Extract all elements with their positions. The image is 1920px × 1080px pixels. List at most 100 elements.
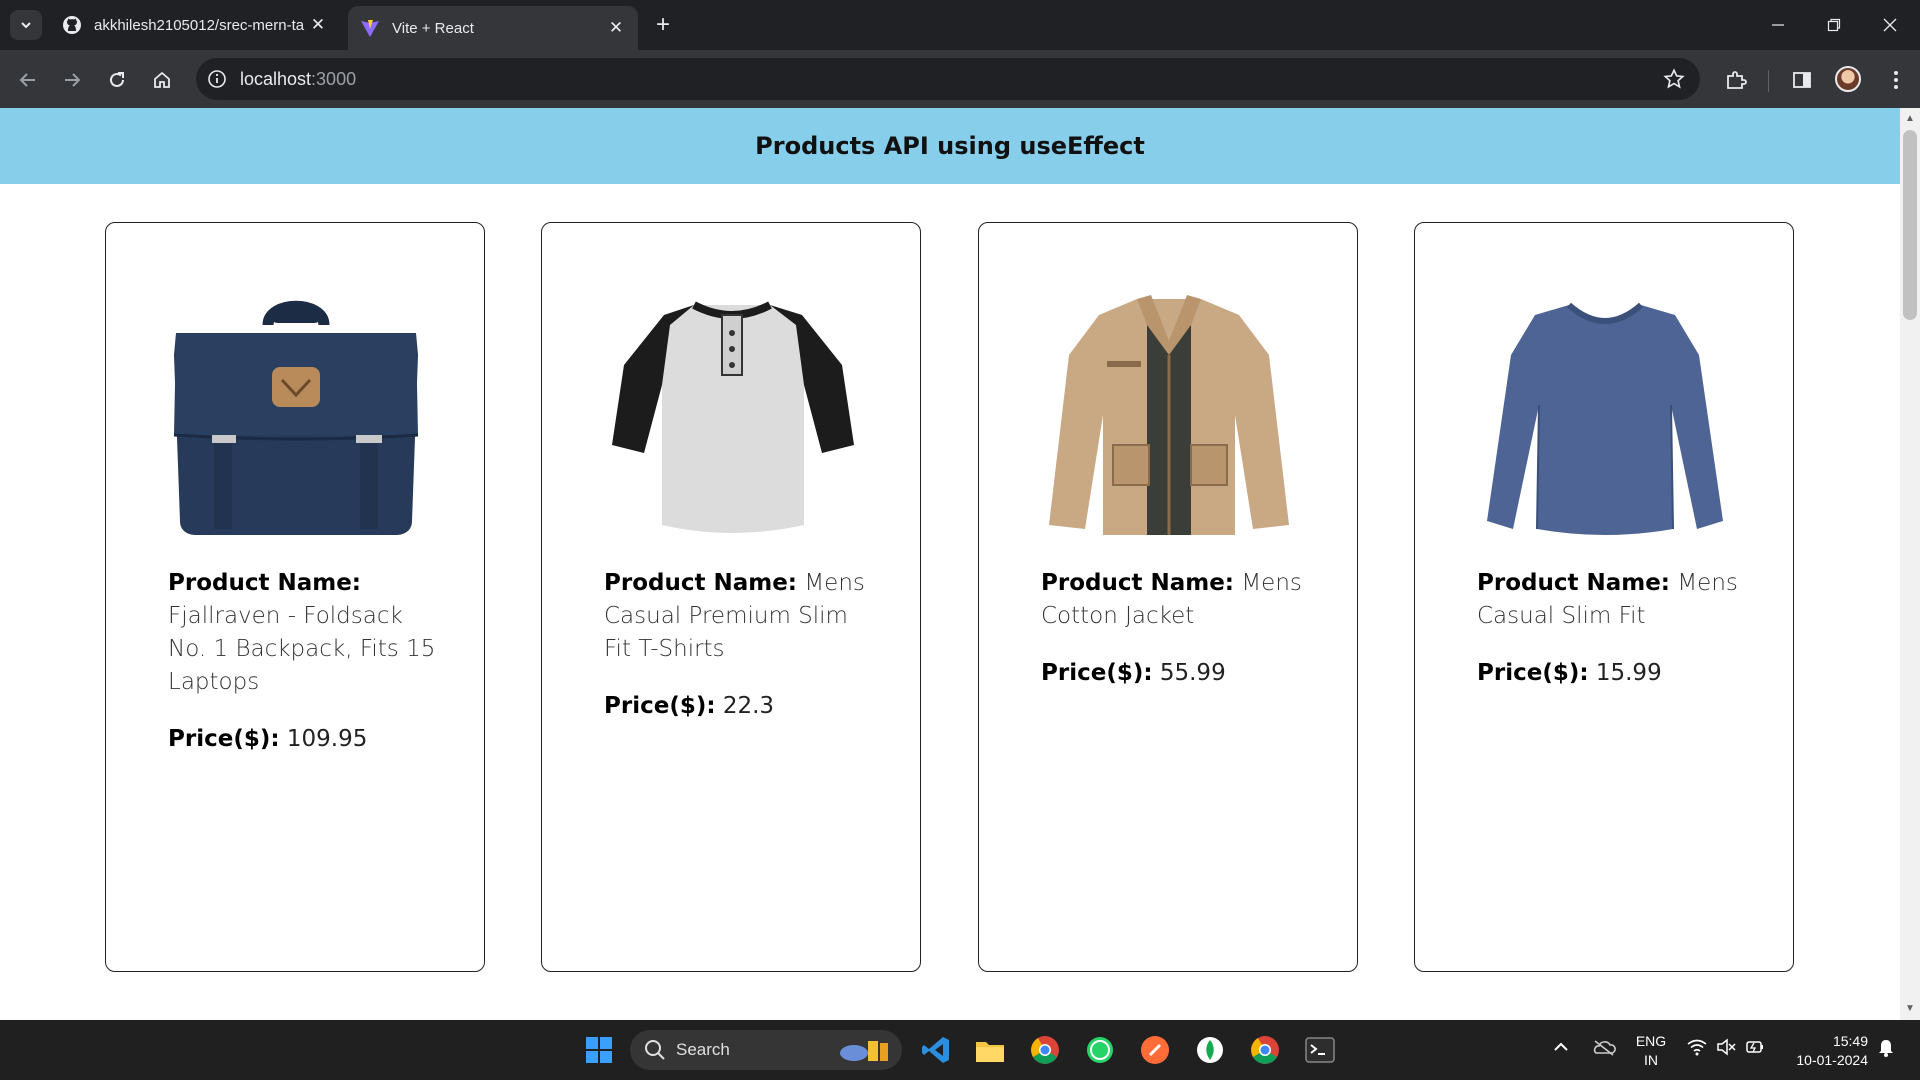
side-panel-button[interactable] bbox=[1786, 64, 1818, 96]
notification-bell-icon[interactable] bbox=[1876, 1038, 1896, 1061]
product-name: Product Name: Mens Cotton Jacket bbox=[1041, 567, 1311, 633]
tshirt-image bbox=[604, 285, 860, 541]
address-bar[interactable]: localhost:3000 bbox=[196, 58, 1700, 100]
scrollbar-thumb[interactable] bbox=[1903, 130, 1917, 320]
file-explorer-taskbar-icon[interactable] bbox=[972, 1032, 1008, 1068]
tab-title: Vite + React bbox=[392, 19, 474, 37]
jacket-image bbox=[1041, 285, 1297, 541]
minimize-button[interactable] bbox=[1758, 10, 1798, 40]
site-info-icon[interactable] bbox=[206, 68, 228, 90]
tab-search-button[interactable] bbox=[10, 10, 42, 40]
product-info: Product Name: Fjallraven - Foldsack No. … bbox=[168, 567, 438, 756]
url-port: :3000 bbox=[311, 68, 357, 89]
kebab-menu-icon bbox=[1894, 71, 1898, 89]
browser-tab-github[interactable]: akkhilesh2105012/srec-mern-ta ✕ bbox=[50, 7, 340, 43]
show-hidden-icons-icon[interactable] bbox=[1552, 1038, 1570, 1059]
browser-menu-button[interactable] bbox=[1880, 64, 1912, 96]
close-window-button[interactable] bbox=[1870, 10, 1910, 40]
product-price-value: 22.3 bbox=[722, 693, 775, 719]
chrome-profile-taskbar-icon[interactable] bbox=[1247, 1032, 1283, 1068]
product-name-label: Product Name: bbox=[604, 570, 798, 596]
arrow-left-icon bbox=[19, 73, 35, 87]
mongodb-taskbar-icon[interactable] bbox=[1192, 1032, 1228, 1068]
tab-title: akkhilesh2105012/srec-mern-ta bbox=[94, 16, 305, 34]
reload-button[interactable] bbox=[101, 64, 133, 96]
forward-button[interactable] bbox=[56, 64, 88, 96]
whatsapp-taskbar-icon[interactable] bbox=[1082, 1032, 1118, 1068]
toolbar-divider bbox=[1768, 70, 1769, 92]
arrow-right-icon bbox=[65, 73, 81, 87]
vite-icon bbox=[360, 18, 380, 38]
product-price-label: Price($): bbox=[604, 693, 716, 719]
product-price: Price($): 55.99 bbox=[1041, 657, 1311, 690]
product-card: Product Name: Mens Casual Premium Slim F… bbox=[541, 222, 921, 972]
onedrive-icon[interactable] bbox=[1592, 1038, 1616, 1059]
home-button[interactable] bbox=[146, 64, 178, 96]
product-card: Product Name: Mens Cotton Jacket Price($… bbox=[978, 222, 1358, 972]
product-price-value: 15.99 bbox=[1595, 660, 1662, 686]
search-label: Search bbox=[676, 1040, 730, 1059]
scroll-down-icon[interactable]: ▼ bbox=[1905, 1004, 1915, 1014]
minimize-icon bbox=[1772, 24, 1784, 26]
profile-avatar[interactable] bbox=[1835, 66, 1861, 92]
back-button[interactable] bbox=[12, 64, 44, 96]
browser-toolbar: localhost:3000 bbox=[0, 50, 1920, 108]
reload-icon bbox=[110, 72, 124, 87]
product-name-label: Product Name: bbox=[1041, 570, 1235, 596]
product-price-value: 55.99 bbox=[1159, 660, 1226, 686]
home-icon bbox=[154, 71, 170, 88]
new-tab-button[interactable]: + bbox=[650, 11, 676, 38]
product-price: Price($): 15.99 bbox=[1477, 657, 1747, 690]
chevron-down-icon bbox=[21, 22, 31, 29]
start-button[interactable] bbox=[581, 1032, 617, 1068]
product-name-label: Product Name: bbox=[168, 570, 362, 596]
language-indicator[interactable]: ENG IN bbox=[1632, 1032, 1670, 1070]
puzzle-icon bbox=[1727, 71, 1747, 89]
product-info: Product Name: Mens Casual Slim Fit Price… bbox=[1477, 567, 1747, 690]
region-code: IN bbox=[1644, 1052, 1658, 1068]
backpack-image bbox=[168, 285, 424, 541]
product-info: Product Name: Mens Cotton Jacket Price($… bbox=[1041, 567, 1311, 690]
longsleeve-image bbox=[1477, 285, 1733, 541]
system-clock[interactable]: 15:49 10-01-2024 bbox=[1784, 1032, 1868, 1070]
close-tab-icon[interactable]: ✕ bbox=[308, 15, 328, 35]
taskbar: Search ENG IN 15:49 10-01-2024 bbox=[0, 1020, 1920, 1080]
close-tab-icon[interactable]: ✕ bbox=[606, 18, 626, 38]
scroll-up-icon[interactable]: ▲ bbox=[1905, 114, 1915, 124]
extensions-button[interactable] bbox=[1720, 64, 1752, 96]
url-host: localhost bbox=[240, 68, 312, 89]
bookmark-star-icon[interactable] bbox=[1662, 67, 1686, 91]
url-text: localhost:3000 bbox=[240, 69, 356, 90]
page-header: Products API using useEffect bbox=[0, 108, 1900, 184]
taskbar-search[interactable]: Search bbox=[630, 1030, 902, 1070]
product-card: Product Name: Mens Casual Slim Fit Price… bbox=[1414, 222, 1794, 972]
vscode-taskbar-icon[interactable] bbox=[918, 1032, 954, 1068]
side-panel-icon bbox=[1793, 72, 1811, 88]
github-icon bbox=[62, 15, 82, 35]
page-title: Products API using useEffect bbox=[755, 132, 1145, 160]
product-price-label: Price($): bbox=[1041, 660, 1153, 686]
clock-date: 10-01-2024 bbox=[1796, 1052, 1868, 1068]
search-highlight-icon bbox=[840, 1041, 888, 1061]
product-card: Product Name: Fjallraven - Foldsack No. … bbox=[105, 222, 485, 972]
battery-icon[interactable] bbox=[1745, 1038, 1765, 1059]
product-info: Product Name: Mens Casual Premium Slim F… bbox=[604, 567, 874, 723]
page-scrollbar[interactable]: ▲ ▼ bbox=[1900, 108, 1920, 1020]
language-code: ENG bbox=[1635, 1033, 1667, 1049]
product-name-label: Product Name: bbox=[1477, 570, 1671, 596]
product-price: Price($): 109.95 bbox=[168, 723, 438, 756]
restore-button[interactable] bbox=[1814, 10, 1854, 40]
product-price-value: 109.95 bbox=[286, 726, 368, 752]
postman-taskbar-icon[interactable] bbox=[1137, 1032, 1173, 1068]
close-icon bbox=[1883, 18, 1897, 32]
product-name: Product Name: Mens Casual Slim Fit bbox=[1477, 567, 1747, 633]
browser-tab-bar: akkhilesh2105012/srec-mern-ta ✕ Vite + R… bbox=[0, 0, 1920, 50]
clock-time: 15:49 bbox=[1832, 1033, 1868, 1049]
volume-muted-icon[interactable] bbox=[1716, 1038, 1736, 1059]
chrome-taskbar-icon[interactable] bbox=[1027, 1032, 1063, 1068]
wifi-icon[interactable] bbox=[1687, 1038, 1707, 1059]
product-name: Product Name: Mens Casual Premium Slim F… bbox=[604, 567, 874, 666]
product-price-label: Price($): bbox=[1477, 660, 1589, 686]
browser-tab-vite[interactable]: Vite + React ✕ bbox=[348, 6, 638, 50]
terminal-taskbar-icon[interactable] bbox=[1302, 1032, 1338, 1068]
